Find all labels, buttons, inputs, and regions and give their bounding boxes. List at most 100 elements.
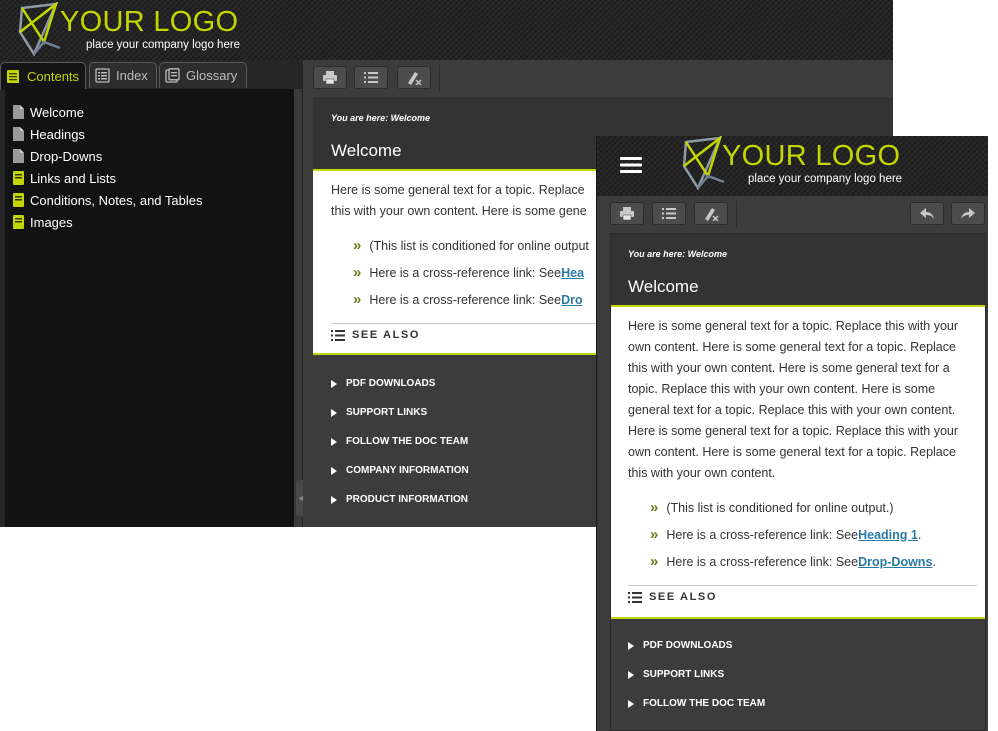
page-title: Welcome — [331, 141, 402, 160]
logo-text: YOUR LOGO — [722, 140, 901, 172]
remove-highlight-button[interactable] — [694, 202, 728, 225]
toolbar-separator — [439, 65, 440, 91]
triangle-right-icon — [628, 699, 634, 708]
body-line: Here is some general text for a topic. R… — [331, 183, 585, 197]
back-button[interactable] — [910, 202, 944, 225]
triangle-right-icon — [331, 379, 337, 388]
logo-text: YOUR LOGO — [60, 6, 239, 38]
toc-item-conditions-notes-tables[interactable]: Conditions, Notes, and Tables — [13, 189, 294, 211]
page-icon — [13, 105, 24, 119]
toc-sidebar: Welcome Headings Drop-Downs Links and Li… — [5, 89, 294, 527]
list-item-suffix: . — [932, 554, 936, 569]
topic-header: You are here: Welcome Welcome — [611, 234, 985, 306]
body-line: Here is some general text for a topic. R… — [628, 319, 959, 333]
tab-index[interactable]: Index — [89, 62, 157, 88]
list-item: » (This list is conditioned for online ou… — [650, 494, 936, 521]
list-icon — [364, 72, 378, 83]
footer-link-support[interactable]: SUPPORT LINKS — [628, 660, 985, 689]
print-button[interactable] — [313, 66, 347, 89]
list-item: » Here is a cross-reference link: See Hea… — [650, 521, 936, 548]
expand-all-button[interactable] — [652, 202, 686, 225]
triangle-right-icon — [331, 495, 337, 504]
bullet-list: » (This list is conditioned for online ou… — [650, 494, 936, 575]
footer-link-label: PRODUCT INFORMATION — [346, 494, 469, 505]
forward-button[interactable] — [951, 202, 985, 225]
print-icon — [323, 71, 337, 84]
mobile-view: YOUR LOGO place your company logo here Y… — [596, 136, 988, 731]
body-line: this with your own content. Here is some… — [331, 204, 587, 218]
footer-link-label: SUPPORT LINKS — [643, 669, 725, 680]
logo-icon — [18, 2, 61, 57]
footer-link-label: PDF DOWNLOADS — [643, 640, 733, 651]
double-chevron-icon: » — [650, 526, 659, 543]
see-also-button[interactable]: SEE ALSO — [628, 591, 717, 603]
mobile-topic: You are here: Welcome Welcome Here is so… — [610, 233, 986, 731]
list-item: » Here is a cross-reference link: See Hea — [353, 259, 589, 286]
glossary-icon — [165, 68, 180, 83]
tab-contents-label: Contents — [27, 69, 80, 84]
divider — [628, 585, 977, 586]
footer-links: PDF DOWNLOADS SUPPORT LINKS FOLLOW THE D… — [611, 619, 985, 730]
logo-tagline: place your company logo here — [86, 39, 241, 51]
cross-reference-link[interactable]: Drop-Downs — [858, 555, 932, 569]
print-button[interactable] — [610, 202, 644, 225]
desktop-header: YOUR LOGO place your company logo here — [0, 0, 893, 60]
breadcrumb: You are here: Welcome — [331, 113, 431, 123]
breadcrumb: You are here: Welcome — [628, 249, 728, 259]
list-item: » Here is a cross-reference link: See Dro… — [650, 548, 936, 575]
toc-item-label: Links and Lists — [30, 170, 116, 186]
book-icon — [13, 171, 24, 185]
mobile-header: YOUR LOGO place your company logo here — [596, 136, 988, 196]
tab-index-label: Index — [116, 68, 148, 83]
back-arrow-icon — [920, 208, 934, 219]
triangle-right-icon — [331, 466, 337, 475]
list-item-text: Here is a cross-reference link: See — [666, 554, 859, 569]
hamburger-menu-button[interactable] — [620, 156, 642, 174]
footer-link-follow-doc-team[interactable]: FOLLOW THE DOC TEAM — [628, 689, 985, 718]
footer-link-pdf-downloads[interactable]: PDF DOWNLOADS — [628, 631, 985, 660]
bullet-list: » (This list is conditioned for online ou… — [353, 232, 589, 313]
body-line: own content. Here is some general text f… — [628, 340, 956, 354]
tab-contents[interactable]: Contents — [0, 62, 86, 90]
list-icon — [628, 591, 642, 603]
book-icon — [13, 193, 24, 207]
tab-glossary[interactable]: Glossary — [159, 62, 247, 88]
cross-reference-link[interactable]: Hea — [561, 266, 584, 280]
footer-link-label: COMPANY INFORMATION — [346, 465, 469, 476]
double-chevron-icon: » — [353, 291, 362, 308]
double-chevron-icon: » — [650, 553, 659, 570]
toc-item-welcome[interactable]: Welcome — [13, 101, 294, 123]
see-also-button[interactable]: SEE ALSO — [331, 329, 420, 341]
footer-link-label: PDF DOWNLOADS — [346, 378, 436, 389]
cross-reference-link[interactable]: Dro — [561, 293, 583, 307]
print-icon — [620, 207, 634, 220]
footer-link-label: FOLLOW THE DOC TEAM — [643, 698, 766, 709]
see-also-label: SEE ALSO — [649, 591, 718, 603]
toc-item-images[interactable]: Images — [13, 211, 294, 233]
cross-reference-link[interactable]: Heading 1 — [858, 528, 918, 542]
logo-icon — [682, 136, 725, 191]
expand-all-button[interactable] — [354, 66, 388, 89]
footer-link-label: FOLLOW THE DOC TEAM — [346, 436, 469, 447]
list-icon — [662, 208, 676, 219]
page-title: Welcome — [628, 277, 699, 296]
toc-item-label: Conditions, Notes, and Tables — [30, 192, 203, 208]
page-icon — [13, 127, 24, 141]
hamburger-icon — [620, 157, 642, 173]
navigation-tabs: Contents Index Glossary — [0, 62, 300, 90]
list-icon — [95, 68, 110, 83]
toc-item-label: Headings — [30, 126, 85, 142]
toc-item-links-and-lists[interactable]: Links and Lists — [13, 167, 294, 189]
book-icon — [13, 215, 24, 229]
logo-tagline: place your company logo here — [748, 173, 903, 185]
page-icon — [13, 149, 24, 163]
toc-item-headings[interactable]: Headings — [13, 123, 294, 145]
toc-item-drop-downs[interactable]: Drop-Downs — [13, 145, 294, 167]
book-icon — [7, 70, 19, 83]
sidebar-resize-bar[interactable] — [294, 89, 302, 527]
body-line: this with your own content. Here is some… — [628, 361, 950, 375]
forward-arrow-icon — [961, 208, 975, 219]
list-item-text: (This list is conditioned for online out… — [369, 238, 589, 253]
highlight-remove-icon — [408, 72, 422, 85]
remove-highlight-button[interactable] — [397, 66, 431, 89]
